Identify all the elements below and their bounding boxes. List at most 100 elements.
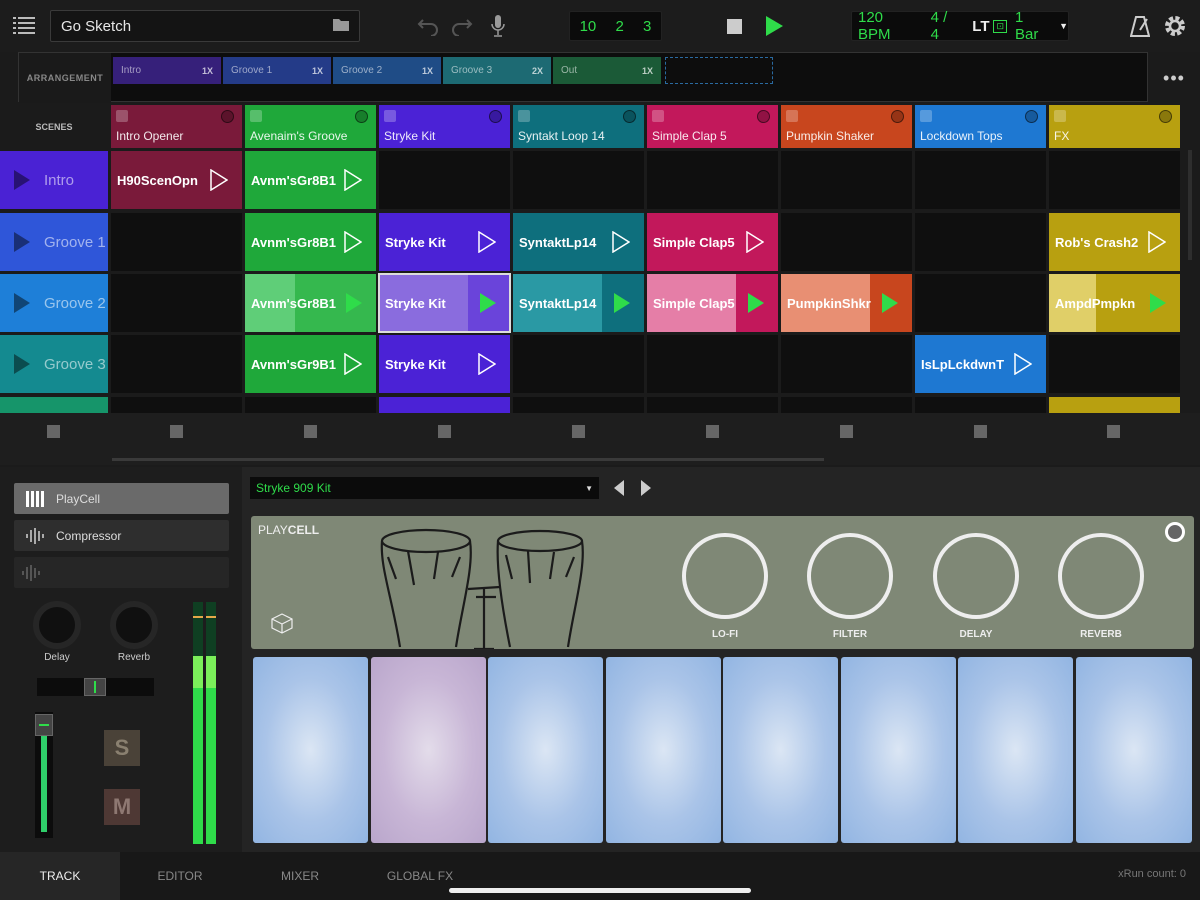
drum-pad-5[interactable] bbox=[723, 657, 838, 843]
solo-button[interactable]: S bbox=[104, 730, 140, 766]
record-arm-button[interactable] bbox=[623, 110, 636, 123]
preset-selector[interactable]: Stryke 909 Kit ▼ bbox=[250, 477, 599, 499]
empty-clip-slot[interactable] bbox=[111, 274, 242, 332]
delay-send-knob[interactable] bbox=[33, 601, 81, 649]
quantize-value[interactable]: 1 Bar bbox=[1015, 9, 1049, 43]
more-options-icon[interactable]: ••• bbox=[1160, 66, 1188, 90]
empty-clip-slot[interactable] bbox=[647, 397, 778, 413]
clip-fx-groove-2[interactable]: AmpdPmpkn bbox=[1049, 274, 1180, 332]
arrangement-add-slot[interactable] bbox=[665, 57, 773, 84]
empty-clip-slot[interactable] bbox=[111, 397, 242, 413]
track-header-syntakt-loop[interactable]: Syntakt Loop 14 bbox=[513, 105, 644, 148]
drum-pad-4[interactable] bbox=[606, 657, 721, 843]
folder-icon[interactable] bbox=[333, 18, 349, 35]
tab-editor[interactable]: EDITOR bbox=[120, 852, 240, 900]
empty-clip-slot[interactable] bbox=[915, 397, 1046, 413]
track-header-fx[interactable]: FX bbox=[1049, 105, 1180, 148]
lo-fi-knob[interactable] bbox=[682, 533, 768, 619]
microphone-icon[interactable] bbox=[488, 14, 508, 38]
track-stop-button[interactable] bbox=[170, 425, 183, 438]
clip-avenaims-groove-intro[interactable]: Avnm'sGr8B1 bbox=[245, 151, 376, 209]
pan-slider[interactable] bbox=[37, 678, 154, 696]
drum-pad-1[interactable] bbox=[253, 657, 368, 843]
delay-knob[interactable] bbox=[933, 533, 1019, 619]
track-header-avenaims-groove[interactable]: Avenaim's Groove bbox=[245, 105, 376, 148]
arrangement-segment-intro[interactable]: Intro 1X bbox=[113, 57, 221, 84]
empty-clip-slot[interactable] bbox=[915, 274, 1046, 332]
track-stop-button[interactable] bbox=[706, 425, 719, 438]
record-arm-button[interactable] bbox=[221, 110, 234, 123]
scene-groove-2[interactable]: Groove 2 bbox=[0, 274, 108, 332]
track-header-intro-opener[interactable]: Intro Opener bbox=[111, 105, 242, 148]
track-stop-button[interactable] bbox=[840, 425, 853, 438]
empty-clip-slot[interactable] bbox=[111, 335, 242, 393]
chain-slot-compressor[interactable]: Compressor bbox=[14, 520, 229, 551]
empty-clip-slot[interactable] bbox=[781, 213, 912, 271]
empty-clip-slot[interactable] bbox=[379, 151, 510, 209]
record-arm-button[interactable] bbox=[1159, 110, 1172, 123]
clip-avenaims-groove-groove-1[interactable]: Avnm'sGr8B1 bbox=[245, 213, 376, 271]
record-arm-button[interactable] bbox=[355, 110, 368, 123]
empty-clip-slot[interactable] bbox=[513, 151, 644, 209]
horizontal-scrollbar[interactable] bbox=[112, 458, 824, 461]
record-arm-button[interactable] bbox=[489, 110, 502, 123]
clip-lockdown-tops-groove-3[interactable]: IsLpLckdwnT bbox=[915, 335, 1046, 393]
power-toggle-icon[interactable] bbox=[1165, 522, 1185, 542]
play-button[interactable] bbox=[762, 14, 786, 38]
track-stop-button[interactable] bbox=[304, 425, 317, 438]
clip-stryke-kit-groove-1[interactable]: Stryke Kit bbox=[379, 213, 510, 271]
arrangement-segment-groove-2[interactable]: Groove 2 1X bbox=[333, 57, 441, 84]
chain-slot-playcell[interactable]: PlayCell bbox=[14, 483, 229, 514]
clip-stryke-kit-groove-2[interactable]: Stryke Kit bbox=[378, 273, 511, 333]
arrangement-segment-groove-1[interactable]: Groove 1 1X bbox=[223, 57, 331, 84]
volume-fader[interactable] bbox=[35, 712, 53, 838]
arrangement-segment-out[interactable]: Out 1X bbox=[553, 57, 661, 84]
drum-pad-6[interactable] bbox=[841, 657, 956, 843]
bpm-value[interactable]: 120 BPM bbox=[858, 9, 917, 43]
track-stop-button[interactable] bbox=[572, 425, 585, 438]
mute-button[interactable]: M bbox=[104, 789, 140, 825]
empty-clip-slot[interactable] bbox=[915, 151, 1046, 209]
empty-clip-slot[interactable] bbox=[513, 335, 644, 393]
stop-button[interactable] bbox=[724, 16, 744, 36]
redo-icon[interactable] bbox=[450, 14, 474, 38]
filter-knob[interactable] bbox=[807, 533, 893, 619]
tab-track[interactable]: TRACK bbox=[0, 852, 120, 900]
track-stop-button[interactable] bbox=[974, 425, 987, 438]
clip-fx-groove-1[interactable]: Rob's Crash2 bbox=[1049, 213, 1180, 271]
clip-partial-row[interactable] bbox=[1049, 397, 1180, 413]
track-header-pumpkin-shaker[interactable]: Pumpkin Shaker bbox=[781, 105, 912, 148]
track-stop-button[interactable] bbox=[1107, 425, 1120, 438]
sketch-name-field[interactable]: Go Sketch bbox=[50, 10, 360, 42]
empty-clip-slot[interactable] bbox=[647, 335, 778, 393]
scene-intro[interactable]: Intro bbox=[0, 151, 108, 209]
track-stop-button[interactable] bbox=[438, 425, 451, 438]
empty-clip-slot[interactable] bbox=[111, 213, 242, 271]
tempo-display[interactable]: 120 BPM 4 / 4 LT ⊡ 1 Bar ▼ bbox=[851, 9, 1069, 43]
clip-partial-row[interactable] bbox=[379, 397, 510, 413]
clip-stryke-kit-groove-3[interactable]: Stryke Kit bbox=[379, 335, 510, 393]
lt-label[interactable]: LT bbox=[972, 18, 989, 35]
quantize-dropdown-icon[interactable]: ▼ bbox=[1059, 21, 1068, 31]
time-signature[interactable]: 4 / 4 bbox=[931, 9, 959, 43]
scene-groove-1[interactable]: Groove 1 bbox=[0, 213, 108, 271]
empty-clip-slot[interactable] bbox=[647, 151, 778, 209]
clip-avenaims-groove-groove-2[interactable]: Avnm'sGr8B1 bbox=[245, 274, 376, 332]
clip-syntakt-loop-groove-2[interactable]: SyntaktLp14 bbox=[513, 274, 644, 332]
record-arm-button[interactable] bbox=[891, 110, 904, 123]
track-stop-button[interactable] bbox=[47, 425, 60, 438]
empty-clip-slot[interactable] bbox=[245, 397, 376, 413]
menu-icon[interactable] bbox=[12, 14, 36, 36]
cube-icon[interactable] bbox=[270, 612, 294, 639]
arrangement-segment-groove-3[interactable]: Groove 3 2X bbox=[443, 57, 551, 84]
settings-gear-icon[interactable] bbox=[1162, 13, 1188, 39]
reverb-send-knob[interactable] bbox=[110, 601, 158, 649]
track-header-lockdown-tops[interactable]: Lockdown Tops bbox=[915, 105, 1046, 148]
empty-clip-slot[interactable] bbox=[781, 397, 912, 413]
track-header-stryke-kit[interactable]: Stryke Kit bbox=[379, 105, 510, 148]
previous-preset-icon[interactable] bbox=[614, 480, 624, 496]
chain-slot-empty[interactable] bbox=[14, 557, 229, 588]
empty-clip-slot[interactable] bbox=[781, 151, 912, 209]
drum-pad-2[interactable] bbox=[371, 657, 486, 843]
clip-syntakt-loop-groove-1[interactable]: SyntaktLp14 bbox=[513, 213, 644, 271]
